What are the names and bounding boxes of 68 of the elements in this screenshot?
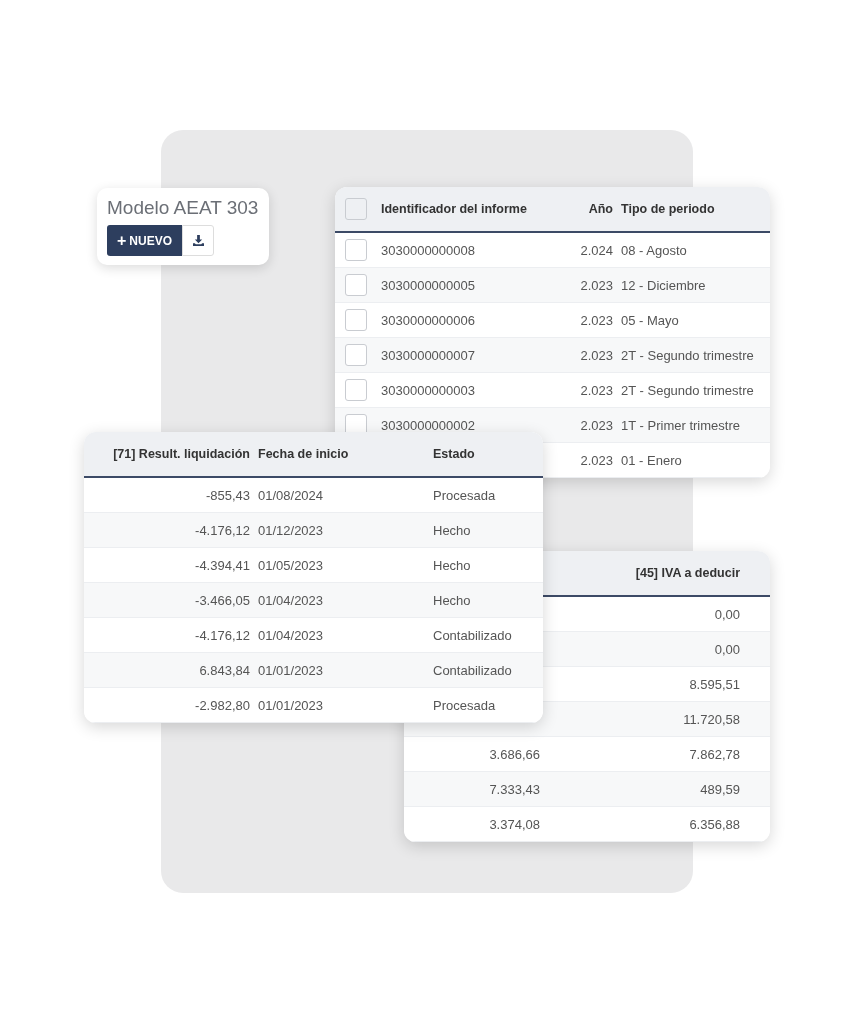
column-header: Tipo de periodo [620, 202, 716, 216]
table-cell-text: -4.176,12 [194, 627, 251, 643]
table-cell-text: 8.595,51 [688, 676, 741, 692]
table-cell-text: 2.023 [579, 312, 614, 328]
table-cell-text: 0,00 [713, 641, 741, 657]
table-cell-text: 12 - Diciembre [620, 277, 707, 293]
table-cell-text: 2T - Segundo trimestre [620, 382, 755, 398]
table-cell-text: 2.023 [579, 277, 614, 293]
table-cell-text: -2.982,80 [194, 697, 251, 713]
table-cell-text: 7.862,78 [688, 746, 741, 762]
table-cell-text: 05 - Mayo [620, 312, 680, 328]
download-button[interactable] [182, 225, 215, 256]
table-cell-text: -4.176,12 [194, 522, 251, 538]
table-cell-text: 6.356,88 [688, 816, 741, 832]
table-cell: 3030000000003 [381, 382, 475, 398]
table-cell-text: 01/04/2023 [257, 627, 325, 643]
model-title: Modelo AEAT 303 [107, 197, 259, 219]
column-header: Fecha de inicio [257, 447, 350, 461]
row-checkbox[interactable] [345, 309, 367, 331]
table-cell-text: 1T - Primer trimestre [620, 417, 741, 433]
new-button[interactable]: + NUEVO [107, 225, 183, 256]
table-cell-text: 08 - Agosto [620, 242, 688, 258]
column-header: [45] IVA a deducir [634, 566, 741, 580]
table-cell: 7.333,43 [489, 781, 540, 797]
table-cell: 3030000000006 [381, 312, 475, 328]
table-cell-text: 2.023 [579, 382, 614, 398]
table-cell-text: 01/08/2024 [257, 487, 325, 503]
table-cell-text: 01 - Enero [620, 452, 683, 468]
table-cell-text: 01/01/2023 [257, 662, 325, 678]
table-cell-text: Contabilizado [432, 627, 513, 643]
table-cell-text: Procesada [432, 697, 497, 713]
table-cell-text: 01/04/2023 [257, 592, 325, 608]
table-cell-text: 2.023 [579, 452, 614, 468]
table-cell-text: Hecho [432, 522, 472, 538]
table-cell-text: 01/05/2023 [257, 557, 325, 573]
column-header: [71] Result. liquidación [112, 447, 251, 461]
table-cell: 3.374,08 [489, 816, 540, 832]
table-cell-text: -4.394,41 [194, 557, 251, 573]
table-cell-text: 0,00 [713, 606, 741, 622]
column-header: Año [587, 202, 614, 216]
table-cell-text: -855,43 [204, 487, 251, 503]
table-cell-text: 489,59 [699, 781, 741, 797]
table-cell-text: -3.466,05 [194, 592, 251, 608]
column-header: Identificador del informe [380, 202, 528, 216]
table-cell-text: Hecho [432, 557, 472, 573]
column-header: Estado [432, 447, 476, 461]
table-cell: 3030000000005 [381, 277, 475, 293]
table-cell-text: 2.024 [579, 242, 614, 258]
table-cell-text: Contabilizado [432, 662, 513, 678]
table-cell-text: 2T - Segundo trimestre [620, 347, 755, 363]
table-cell: 3030000000008 [381, 242, 475, 258]
table-cell-text: 2.023 [579, 417, 614, 433]
table-cell-text: Procesada [432, 487, 497, 503]
table-cell-text: 6.843,84 [198, 662, 251, 678]
row-checkbox[interactable] [345, 239, 367, 261]
row-checkbox[interactable] [345, 274, 367, 296]
table-cell-text: 2.023 [579, 347, 614, 363]
table-cell-text: 01/01/2023 [257, 697, 325, 713]
table-cell-text: 11.720,58 [682, 711, 741, 727]
row-checkbox[interactable] [345, 379, 367, 401]
select-all-checkbox[interactable] [345, 198, 367, 220]
table-cell-text: 01/12/2023 [257, 522, 325, 538]
table-cell: 3030000000002 [381, 417, 475, 433]
row-checkbox[interactable] [345, 344, 367, 366]
table-cell: 3030000000007 [381, 347, 475, 363]
table-cell: 3.686,66 [489, 746, 540, 762]
download-icon [192, 235, 204, 246]
table-cell-text: Hecho [432, 592, 472, 608]
